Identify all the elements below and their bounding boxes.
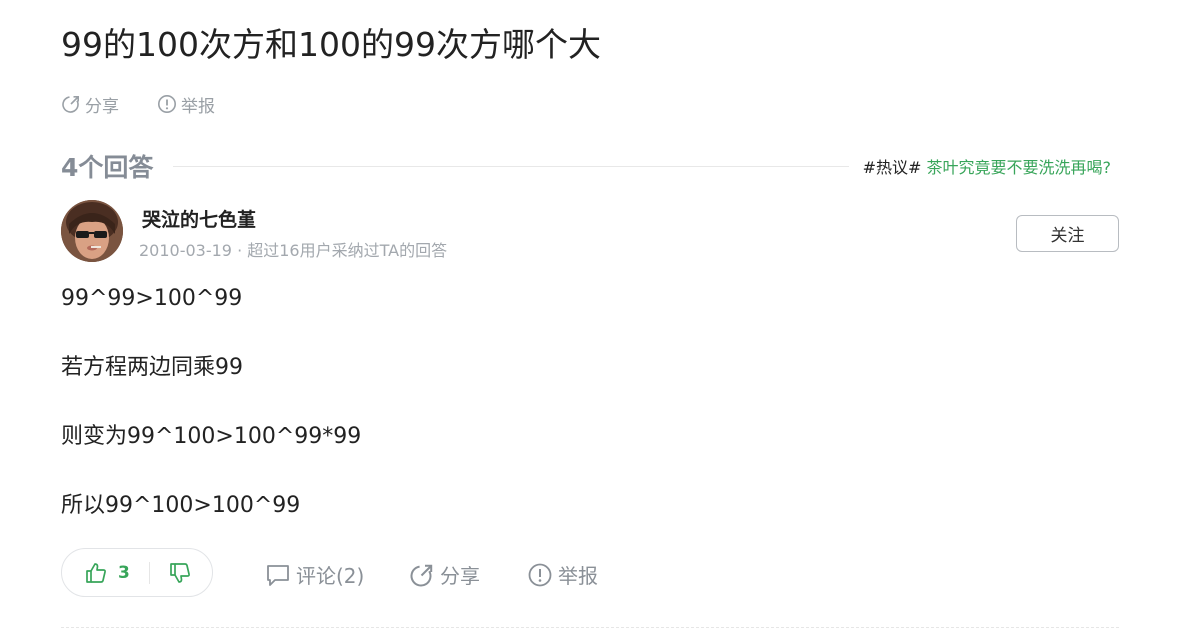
header-divider bbox=[173, 165, 849, 167]
vote-pill: 3 bbox=[61, 548, 213, 597]
avatar-image bbox=[61, 200, 123, 262]
question-share-button[interactable]: 分享 bbox=[61, 92, 119, 117]
answers-count: 4个回答 bbox=[61, 153, 154, 182]
question-title: 99的100次方和100的99次方哪个大 bbox=[61, 25, 601, 64]
alert-circle-icon bbox=[528, 563, 552, 586]
answer-body: 99^99>100^99 若方程两边同乘99 则变为99^100>100^99*… bbox=[61, 283, 361, 559]
comment-icon bbox=[267, 564, 289, 586]
answer-line: 若方程两边同乘99 bbox=[61, 355, 243, 380]
question-actions: 分享 举报 bbox=[61, 90, 253, 118]
answer-share-button[interactable]: 分享 bbox=[409, 560, 480, 589]
question-report-label: 举报 bbox=[181, 96, 215, 117]
hot-topic-link[interactable]: 茶叶究竟要不要洗洗再喝? bbox=[927, 158, 1112, 177]
answer-line: 则变为99^100>100^99*99 bbox=[61, 424, 362, 449]
hot-topic-tag: #热议# bbox=[862, 158, 922, 177]
upvote-count: 3 bbox=[118, 563, 130, 583]
answer-report-label: 举报 bbox=[558, 564, 598, 588]
thumbs-up-icon bbox=[86, 563, 106, 583]
thumbs-down-icon bbox=[170, 563, 190, 583]
follow-button[interactable]: 关注 bbox=[1016, 215, 1119, 252]
comment-label: 评论(2) bbox=[296, 564, 365, 588]
answer-share-label: 分享 bbox=[440, 564, 480, 588]
answer-report-button[interactable]: 举报 bbox=[527, 560, 598, 589]
author-name[interactable]: 哭泣的七色堇 bbox=[142, 205, 256, 232]
vote-divider bbox=[149, 562, 150, 584]
answer-divider bbox=[61, 627, 1119, 628]
share-icon bbox=[410, 564, 433, 586]
answer-actions: 3 评论(2) 分享 举报 bbox=[61, 548, 1119, 599]
answer-line: 99^99>100^99 bbox=[61, 286, 243, 311]
question-report-button[interactable]: 举报 bbox=[157, 92, 215, 117]
avatar[interactable] bbox=[61, 200, 123, 262]
share-icon bbox=[62, 95, 80, 113]
answer-author: 哭泣的七色堇 2010-03-19 · 超过16用户采纳过TA的回答 关注 bbox=[61, 199, 1119, 265]
author-meta: 2010-03-19 · 超过16用户采纳过TA的回答 bbox=[139, 241, 448, 260]
hot-topic: #热议# 茶叶究竟要不要洗洗再喝? bbox=[863, 154, 1111, 178]
downvote-button[interactable] bbox=[168, 561, 192, 589]
question-share-label: 分享 bbox=[85, 96, 119, 117]
comment-button[interactable]: 评论(2) bbox=[265, 560, 364, 589]
alert-circle-icon bbox=[158, 95, 176, 113]
question-page: 99的100次方和100的99次方哪个大 分享 举报 4个回答 #热议# 茶叶究… bbox=[61, 0, 1119, 637]
answers-header: 4个回答 #热议# 茶叶究竟要不要洗洗再喝? bbox=[61, 148, 1119, 184]
upvote-button[interactable]: 3 bbox=[84, 561, 130, 585]
